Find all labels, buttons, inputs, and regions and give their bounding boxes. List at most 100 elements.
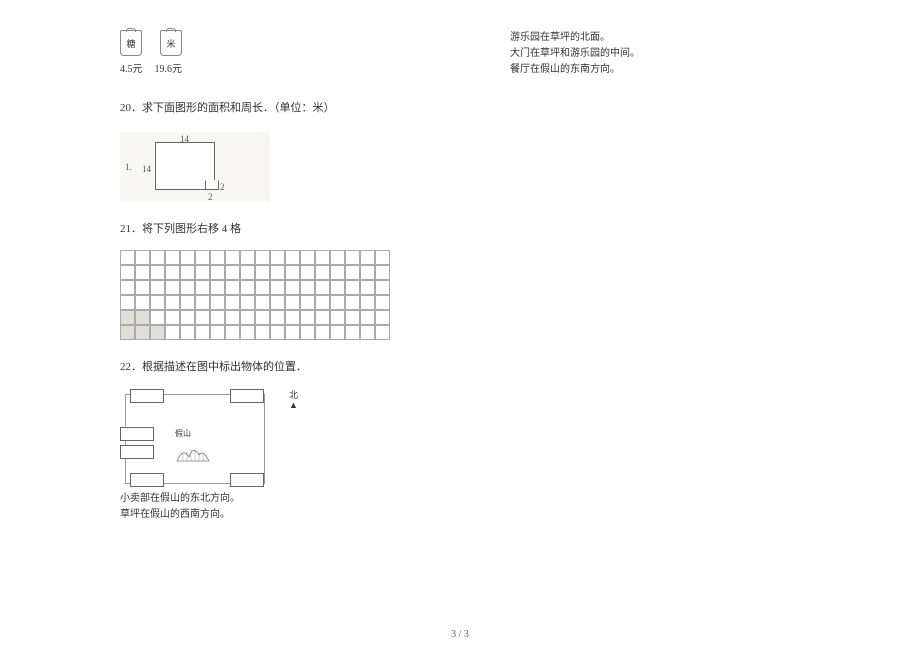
grid-cell [300, 265, 315, 280]
grid-cell [135, 250, 150, 265]
grid-cell [165, 265, 180, 280]
question-22: 22．根据描述在图中标出物体的位置． 假山 北 ▲ 小卖部在假山的东北方向。 [120, 358, 440, 523]
grid-cell [345, 250, 360, 265]
desc-right-0: 游乐园在草坪的北面。 [510, 30, 790, 46]
grid-cell [240, 280, 255, 295]
q22-map: 假山 北 ▲ [120, 389, 280, 489]
grid-cell [315, 265, 330, 280]
question-21: 21．将下列图形右移 4 格 [120, 220, 440, 341]
grid-cell [240, 265, 255, 280]
grid-cell [150, 325, 165, 340]
grid-cell [330, 250, 345, 265]
grid-cell [375, 265, 390, 280]
grid-cell [135, 310, 150, 325]
grid-cell [375, 280, 390, 295]
grid-cell [360, 265, 375, 280]
north-indicator: 北 ▲ [289, 391, 298, 411]
grid-cell [330, 295, 345, 310]
grid-cell [225, 280, 240, 295]
grid-cell [120, 265, 135, 280]
grid-cell [360, 280, 375, 295]
grid-cell [300, 310, 315, 325]
grid-cell [315, 250, 330, 265]
q20-notch-shape [205, 180, 219, 190]
grid-cell [180, 265, 195, 280]
grid-cell [240, 295, 255, 310]
desc-right-2: 餐厅在假山的东南方向。 [510, 62, 790, 78]
grid-cell [240, 325, 255, 340]
grid-cell [255, 280, 270, 295]
map-box-ne [230, 389, 264, 403]
q20-figure: 1. 14 14 2 2 [120, 132, 270, 202]
desc-right-1: 大门在草坪和游乐园的中间。 [510, 46, 790, 62]
grid-cell [270, 265, 285, 280]
grid-cell [375, 310, 390, 325]
grid-cell [315, 325, 330, 340]
map-box-w [120, 427, 154, 441]
product-icons-row: 糖 米 [120, 30, 440, 56]
grid-cell [375, 250, 390, 265]
grid-cell [135, 265, 150, 280]
grid-cell [255, 250, 270, 265]
grid-cell [150, 295, 165, 310]
grid-cell [240, 250, 255, 265]
desc-left-1: 草坪在假山的西南方向。 [120, 507, 440, 523]
grid-cell [240, 310, 255, 325]
grid-cell [345, 325, 360, 340]
grid-cell [180, 295, 195, 310]
grid-cell [150, 265, 165, 280]
grid-cell [225, 325, 240, 340]
grid-cell [315, 280, 330, 295]
page-number: 3 / 3 [0, 629, 920, 640]
sugar-bag-icon: 糖 [120, 30, 142, 56]
grid-cell [120, 325, 135, 340]
grid-cell [165, 325, 180, 340]
grid-cell [180, 250, 195, 265]
grid-cell [360, 250, 375, 265]
price-sugar: 4.5元 [120, 60, 143, 75]
grid-cell [285, 325, 300, 340]
grid-cell [165, 280, 180, 295]
grid-cell [210, 250, 225, 265]
grid-cell [285, 265, 300, 280]
grid-cell [270, 295, 285, 310]
q20-dim-notch-b: 2 [208, 190, 213, 205]
grid-cell [210, 280, 225, 295]
q20-subfig-label: 1. [125, 160, 132, 175]
grid-cell [315, 295, 330, 310]
price-rice: 19.6元 [155, 60, 183, 75]
grid-cell [210, 310, 225, 325]
grid-cell [330, 325, 345, 340]
rice-bag-icon: 米 [160, 30, 182, 56]
map-box-sw [130, 473, 164, 487]
hill-label: 假山 [175, 429, 191, 438]
grid-cell [165, 295, 180, 310]
grid-cell [345, 295, 360, 310]
grid-cell [120, 250, 135, 265]
hill-icon [175, 441, 213, 463]
grid-cell [360, 310, 375, 325]
q20-dim-top: 14 [180, 132, 189, 147]
grid-cell [375, 325, 390, 340]
sugar-label: 糖 [126, 37, 135, 50]
grid-cell [135, 325, 150, 340]
grid-cell [225, 250, 240, 265]
grid-cell [270, 280, 285, 295]
right-column: 游乐园在草坪的北面。 大门在草坪和游乐园的中间。 餐厅在假山的东南方向。 [510, 30, 790, 78]
grid-cell [195, 265, 210, 280]
map-box-se [230, 473, 264, 487]
grid-cell [345, 280, 360, 295]
rice-label: 米 [166, 37, 175, 50]
grid-cell [195, 325, 210, 340]
north-arrow-icon: ▲ [289, 401, 298, 411]
map-box-nw [130, 389, 164, 403]
grid-cell [210, 295, 225, 310]
grid-cell [300, 325, 315, 340]
grid-cell [285, 250, 300, 265]
grid-cell [225, 310, 240, 325]
grid-cell [120, 280, 135, 295]
q20-title: 20．求下面图形的面积和周长．（单位：米） [120, 99, 440, 118]
grid-cell [345, 265, 360, 280]
grid-cell [225, 295, 240, 310]
grid-cell [180, 310, 195, 325]
